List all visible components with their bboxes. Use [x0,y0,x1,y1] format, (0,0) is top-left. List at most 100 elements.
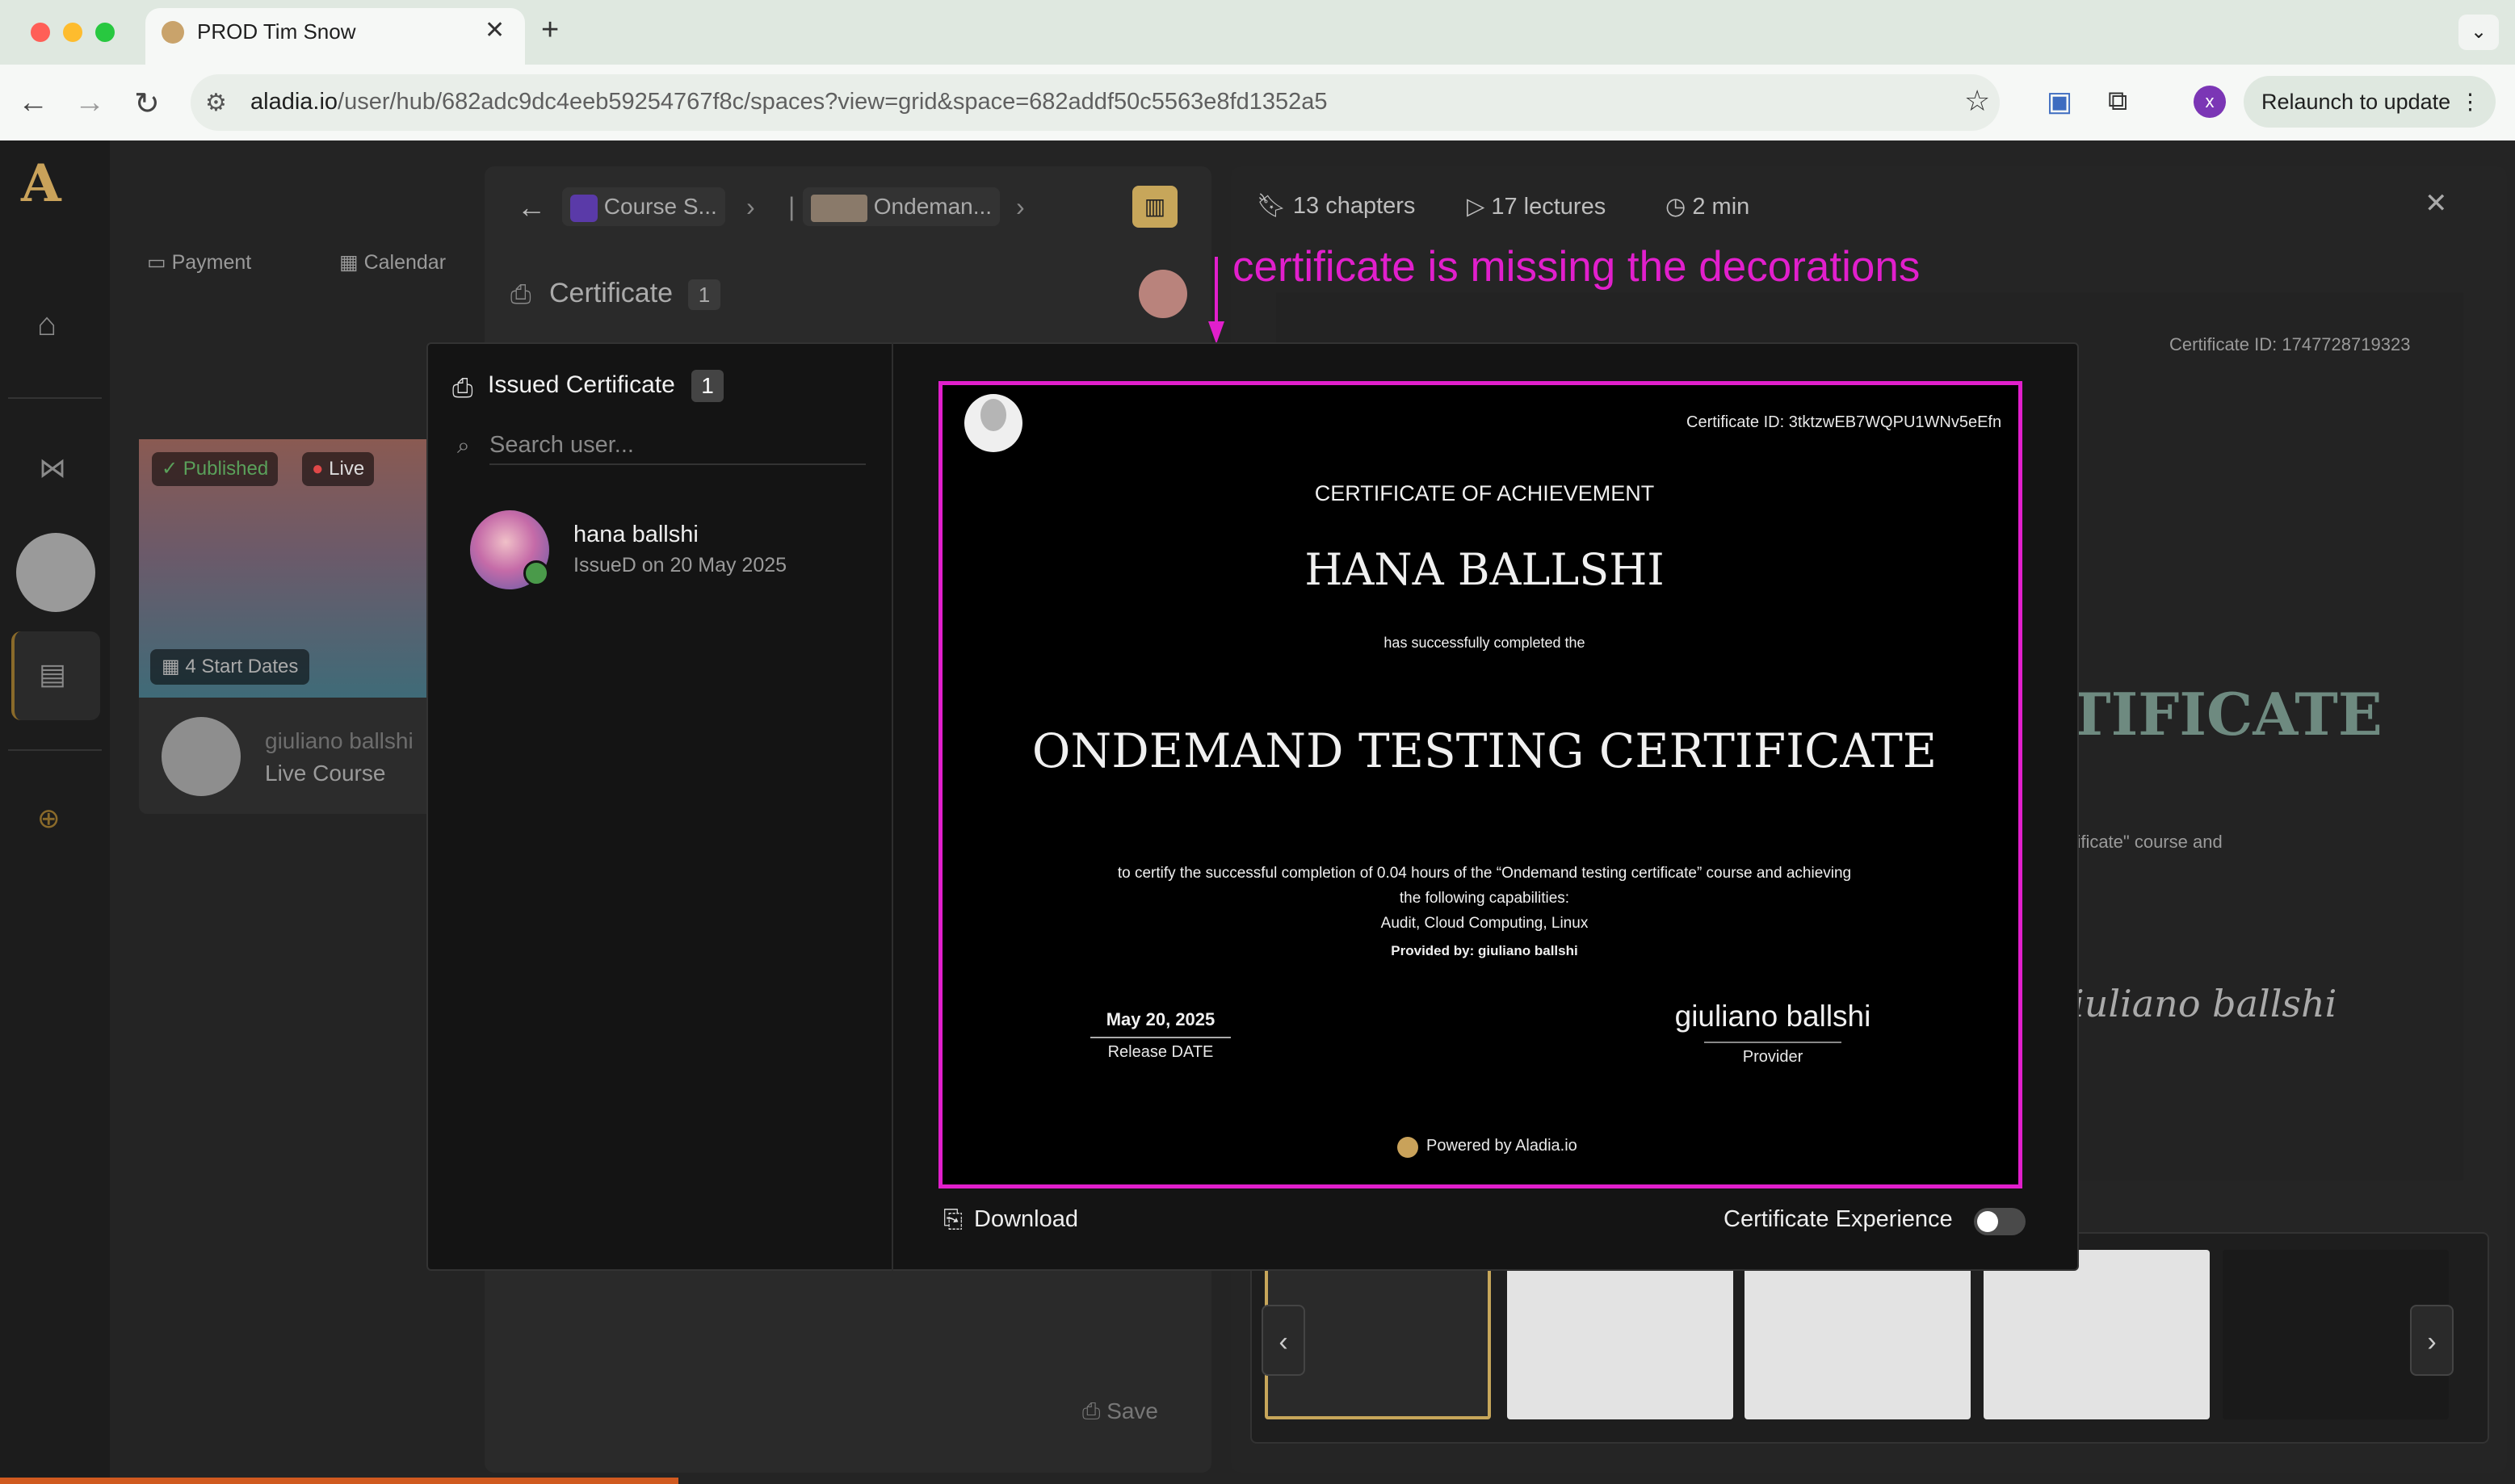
courses-icon: ▤ [39,657,67,690]
lectures-label: 17 lectures [1491,194,1606,220]
nav-calendar-label: Calendar [363,251,447,274]
aladia-logo[interactable]: A [21,153,89,226]
tab-favicon-icon [162,21,184,44]
certificate-id: Certificate ID: 3tktzwEB7WQPU1WNv5eEfn [1686,413,2002,431]
breadcrumb-label: Course S... [603,194,717,219]
chevron-right-icon: › [746,192,755,221]
add-space-icon[interactable]: ⊕ [37,803,61,835]
panel-toggle-icon[interactable]: ▥ [1132,186,1178,228]
start-dates-badge: ▦ 4 Start Dates [150,649,310,685]
bookmark-star-icon[interactable]: ☆ [1964,84,1990,118]
breadcrumb-course[interactable]: Ondeman... [803,187,1001,226]
template-thumbnail[interactable] [1507,1250,1733,1419]
save-label: Save [1106,1398,1159,1423]
published-label: Published [183,458,269,480]
issued-user-avatar[interactable] [1139,270,1187,318]
reload-icon[interactable]: ↻ [134,86,160,122]
course-thumb-icon [811,194,867,222]
annotation-text: certificate is missing the decorations [1232,243,1921,291]
template-thumbnail[interactable] [1984,1250,2210,1419]
profile-avatar[interactable]: x [2194,86,2226,118]
breadcrumb-label: Ondeman... [873,194,993,219]
template-thumbnail[interactable] [1745,1250,1971,1419]
provider-signature: giuliano ballshi [1674,1000,1871,1033]
extensions-puzzle-icon[interactable]: ⧉ [2108,86,2127,117]
certificate-experience-label: Certificate Experience [1724,1206,1953,1232]
carousel-prev-icon[interactable]: ‹ [1262,1305,1305,1376]
duration-label: 2 min [1692,194,1750,220]
description-line: to certify the successful completion of … [1117,865,1852,882]
live-label: Live [329,458,365,480]
window-close-button[interactable] [31,23,50,42]
aladia-coin-icon [1397,1137,1418,1158]
nav-payment[interactable]: ▭ Payment [147,250,251,275]
nav-calendar[interactable]: ▦ Calendar [339,250,446,275]
save-button[interactable]: ⎙ Save [1082,1398,1158,1425]
recipient-name: HANA BALLSHI [1304,544,1665,595]
devtools-extension-icon[interactable]: ▣ [2047,86,2072,118]
powered-by: Powered by Aladia.io [1426,1137,1577,1155]
share-icon[interactable]: ⋈ [39,452,66,484]
certificate-icon: ⎙ [510,279,531,308]
chapters-count: 🔖︎ 13 chapters [1257,193,1416,219]
store-icon[interactable]: ⌂ [37,307,57,343]
nav-payment-label: Payment [171,251,252,274]
live-dot-icon: ● [312,458,324,480]
completed-text: has successfully completed the [1383,635,1585,651]
address-url[interactable]: aladia.io/user/hub/682adc9dc4eeb59254767… [250,89,1327,115]
certificate-section-title: Certificate [549,278,674,308]
start-dates-label: 4 Start Dates [185,656,299,677]
download-file-icon[interactable]: ⎘ [943,1206,963,1234]
back-arrow-icon[interactable]: ← [517,191,546,224]
modal-title: Issued Certificate [488,371,675,398]
preview-certificate-id: Certificate ID: 1747728719323 [2169,334,2411,354]
issued-date: IssueD on 20 May 2025 [573,554,787,576]
sidenav-divider [8,749,102,751]
certificate-count: 1 [688,279,720,310]
back-arrow-icon[interactable]: ← [18,86,48,120]
url-path: /user/hub/682adc9dc4eeb59254767f8c/space… [338,89,1328,115]
issued-users-pane [426,342,893,1271]
toggle-knob [1977,1211,1998,1232]
release-date: May 20, 2025 [1106,1009,1216,1029]
chevron-right-icon: › [1016,192,1025,221]
issued-user-name[interactable]: hana ballshi [573,522,699,548]
annotation-arrow-icon [1208,257,1224,344]
provider-label: Provider [1742,1048,1803,1066]
carousel-next-icon[interactable]: › [2410,1305,2454,1376]
duration: ◷ 2 min [1665,194,1750,220]
tab-close-icon[interactable]: ✕ [485,16,505,44]
window-maximize-button[interactable] [95,23,115,42]
release-date-label: Release DATE [1107,1043,1214,1061]
new-tab-button[interactable]: + [541,13,559,48]
breadcrumb-divider: | [788,192,796,221]
live-badge: ● Live [302,452,375,486]
certificate-description: to certify the successful completion of … [938,861,2030,936]
relaunch-button[interactable]: Relaunch to update ⋮ [2244,76,2496,128]
site-settings-icon[interactable]: ⚙ [205,89,227,117]
download-button[interactable]: Download [974,1206,1078,1233]
date-underline [1090,1037,1231,1038]
tab-search-chevron-icon[interactable]: ⌄ [2458,15,2499,50]
preview-certificate-title: TIFICATE [2068,680,2383,748]
kebab-menu-icon[interactable]: ⋮ [2459,76,2481,128]
description-line: the following capabilities: [1399,890,1570,907]
course-title: ONDEMAND TESTING CERTIFICATE [1031,723,1938,778]
certificate-heading: CERTIFICATE OF ACHIEVEMENT [1314,481,1655,505]
page-scroll-indicator [0,1478,678,1484]
close-icon[interactable]: ✕ [2425,187,2448,220]
forward-arrow-icon[interactable]: → [74,86,105,120]
window-minimize-button[interactable] [63,23,82,42]
user-avatar[interactable] [16,533,95,612]
course-type: Live Course [265,761,386,786]
issued-count: 1 [691,370,724,402]
signature-underline [1704,1042,1841,1043]
breadcrumb-course-space[interactable]: Course S... [562,187,725,226]
certificate-icon: ⎙ [452,373,473,402]
online-status-icon [523,560,549,586]
lectures-count: ▷ 17 lectures [1467,194,1606,220]
screen: PROD Tim Snow ✕ + ⌄ ← → ↻ ⚙ aladia.io/us… [0,0,2515,1484]
space-thumb-icon [570,194,598,222]
tab-title: PROD Tim Snow [197,19,356,44]
search-user-input[interactable] [489,426,866,465]
